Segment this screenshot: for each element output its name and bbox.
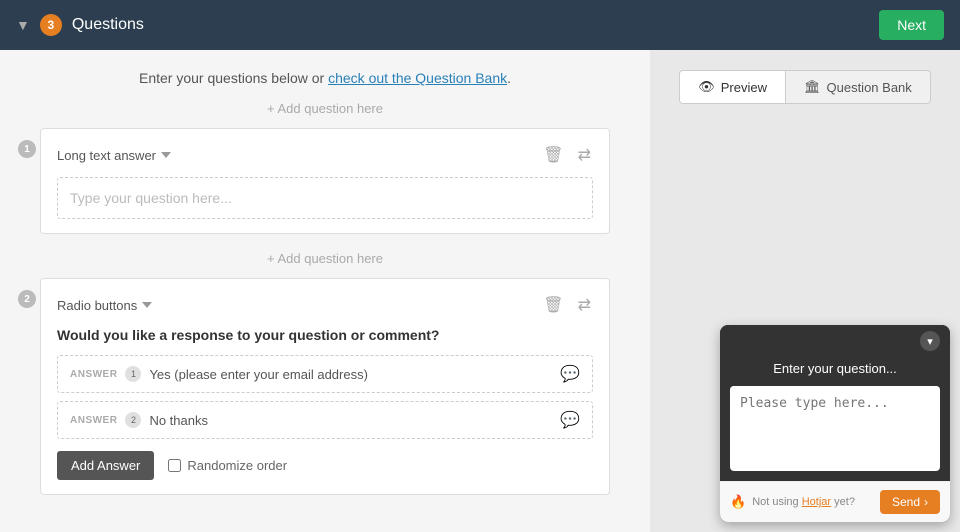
main-layout: Enter your questions below or check out … <box>0 50 960 532</box>
question-card-2-header: Radio buttons 🗑 ⇄ <box>57 293 593 317</box>
delete-button-1[interactable]: 🗑 <box>541 143 565 167</box>
preview-label: Preview <box>721 80 767 95</box>
answer-number-2: 2 <box>125 412 141 428</box>
question-number-2: 2 <box>18 290 36 308</box>
intro-text: Enter your questions below or check out … <box>40 70 610 86</box>
add-answer-button[interactable]: Add Answer <box>57 451 154 480</box>
flame-icon: 🔥 <box>730 494 746 510</box>
card-actions-1: 🗑 ⇄ <box>541 143 593 167</box>
question-bank-label: Question Bank <box>827 80 912 95</box>
send-label: Send <box>892 495 920 509</box>
question-type-select-1[interactable]: Long text answer <box>57 148 173 163</box>
add-question-top: + Add question here <box>40 100 610 118</box>
card-actions-2: 🗑 ⇄ <box>541 293 593 317</box>
randomize-label[interactable]: Randomize order <box>168 458 287 473</box>
collapse-toggle[interactable]: ▼ <box>16 17 30 33</box>
question-placeholder-1[interactable]: Type your question here... <box>57 177 593 219</box>
chat-textarea[interactable] <box>730 386 940 466</box>
chat-widget: ▾ Enter your question... 🔥 Not using Hot… <box>720 325 950 522</box>
card-footer-2: Add Answer Randomize order <box>57 451 593 480</box>
add-question-link-top[interactable]: + Add question here <box>267 101 383 116</box>
question-card-1-header: Long text answer 🗑 ⇄ <box>57 143 593 167</box>
answer-text-2: No thanks <box>149 413 208 428</box>
chat-footer: 🔥 Not using Hotjar yet? Send › <box>720 481 950 522</box>
next-button[interactable]: Next <box>879 10 944 40</box>
header: ▼ 3 Questions Next <box>0 0 960 50</box>
arrow-icon: › <box>924 495 928 509</box>
left-panel: Enter your questions below or check out … <box>0 50 650 532</box>
transfer-button-2[interactable]: ⇄ <box>576 293 593 317</box>
question-bank-icon: 🏛 <box>804 79 821 95</box>
add-question-link-middle[interactable]: + Add question here <box>267 251 383 266</box>
header-left: ▼ 3 Questions <box>16 14 144 36</box>
question-block-1: 1 Long text answer 🗑 ⇄ Type your questio… <box>40 128 610 234</box>
hotjar-link[interactable]: Hotjar <box>802 496 831 508</box>
answer-text-1: Yes (please enter your email address) <box>149 367 367 382</box>
question-text-2: Would you like a response to your questi… <box>57 327 593 343</box>
chat-collapse-button[interactable]: ▾ <box>920 331 940 351</box>
randomize-text: Randomize order <box>187 458 287 473</box>
send-button[interactable]: Send › <box>880 490 940 514</box>
question-type-select-2[interactable]: Radio buttons <box>57 298 154 313</box>
delete-button-2[interactable]: 🗑 <box>541 293 565 317</box>
chat-footer-text: Not using Hotjar yet? <box>752 496 855 508</box>
transfer-button-1[interactable]: ⇄ <box>576 143 593 167</box>
answer-row-1: ANSWER 1 Yes (please enter your email ad… <box>57 355 593 393</box>
question-bank-button[interactable]: 🏛 Question Bank <box>786 71 930 103</box>
answer-label-tag-1: ANSWER <box>70 369 117 380</box>
chat-widget-header: ▾ <box>720 325 950 357</box>
randomize-checkbox[interactable] <box>168 459 181 472</box>
question-card-1: Long text answer 🗑 ⇄ Type your question … <box>40 128 610 234</box>
answer-row-2: ANSWER 2 No thanks 💬 <box>57 401 593 439</box>
question-card-2: Radio buttons 🗑 ⇄ Would you like a respo… <box>40 278 610 495</box>
question-bank-link[interactable]: check out the Question Bank <box>328 70 507 86</box>
chat-title: Enter your question... <box>720 357 950 386</box>
answer-label-tag-2: ANSWER <box>70 415 117 426</box>
question-number-1: 1 <box>18 140 36 158</box>
chat-textarea-wrapper <box>730 386 940 471</box>
preview-button[interactable]: 👁 Preview <box>680 71 786 103</box>
right-panel: 👁 Preview 🏛 Question Bank ▾ Enter your q… <box>650 50 960 532</box>
answer-chat-icon-2[interactable]: 💬 <box>560 410 580 430</box>
preview-icon: 👁 <box>698 79 715 95</box>
add-question-middle: + Add question here <box>40 250 610 268</box>
step-badge: 3 <box>40 14 62 36</box>
answer-number-1: 1 <box>125 366 141 382</box>
answer-chat-icon-1[interactable]: 💬 <box>560 364 580 384</box>
panel-buttons: 👁 Preview 🏛 Question Bank <box>679 70 931 104</box>
page-title: Questions <box>72 16 144 34</box>
question-block-2: 2 Radio buttons 🗑 ⇄ Would you like a res… <box>40 278 610 495</box>
